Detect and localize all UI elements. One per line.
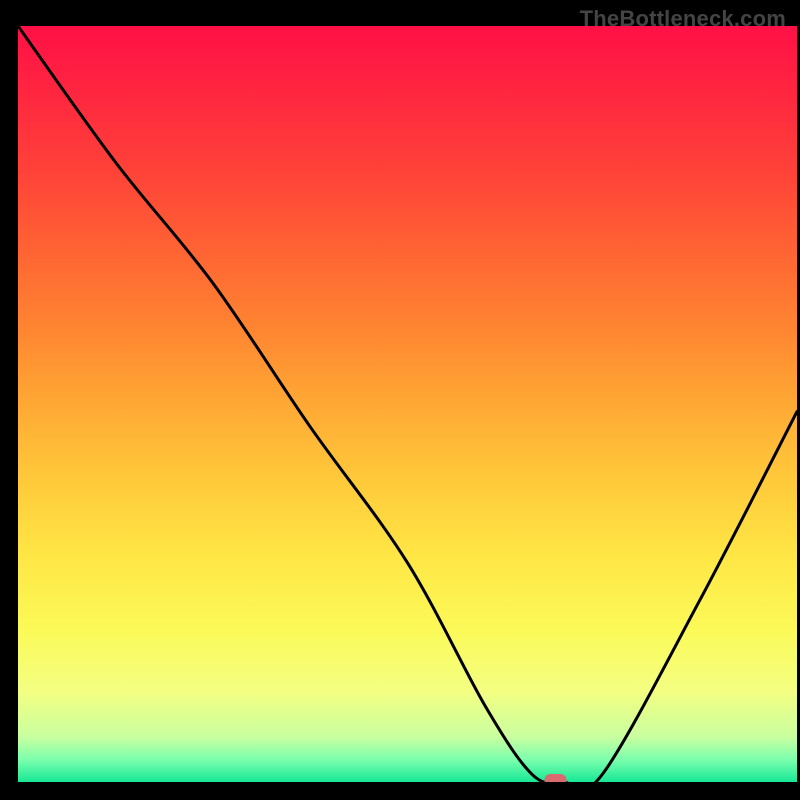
- chart-svg: [0, 0, 800, 800]
- chart-frame: [0, 0, 800, 800]
- border-left: [0, 0, 18, 800]
- background-gradient: [18, 26, 797, 782]
- border-bottom: [0, 782, 800, 800]
- watermark-text: TheBottleneck.com: [580, 6, 786, 32]
